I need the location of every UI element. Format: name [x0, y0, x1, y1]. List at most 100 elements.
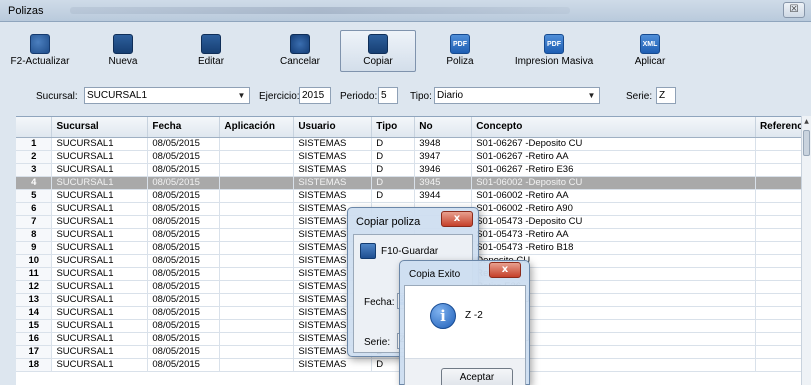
- success-dialog-body: i Z -2 Aceptar: [404, 285, 526, 385]
- periodo-label: Periodo:: [340, 91, 378, 102]
- table-cell: S01-06002 -Retiro A90: [471, 202, 756, 216]
- row-number: 11: [16, 267, 53, 281]
- tipo-value: Diario: [437, 90, 464, 101]
- table-cell: 08/05/2015: [147, 280, 221, 294]
- serie-label: Serie:: [626, 91, 653, 102]
- copy-success-dialog: Copia Exito x i Z -2 Aceptar: [399, 260, 530, 385]
- table-cell: SUCURSAL1: [51, 163, 149, 177]
- success-dialog-footer: Aceptar: [405, 358, 525, 385]
- table-cell: SUCURSAL1: [51, 215, 149, 229]
- toolbar-button-label: F2-Actualizar: [10, 56, 70, 67]
- table-cell: SUCURSAL1: [51, 345, 149, 359]
- table-cell: 08/05/2015: [147, 150, 221, 164]
- table-row[interactable]: 5 SUCURSAL1 08/05/2015 SISTEMAS D 3944 S01-060…: [16, 189, 811, 203]
- table-cell: D: [371, 137, 416, 151]
- table-cell: SISTEMAS: [293, 358, 373, 372]
- title-bar: Polizas ☒: [0, 0, 811, 22]
- sucursal-select[interactable]: SUCURSAL1 ▼: [84, 87, 250, 104]
- table-cell: D: [371, 189, 416, 203]
- table-cell: [219, 202, 295, 216]
- table-cell: D: [371, 176, 416, 190]
- copy-dialog-close-button[interactable]: x: [441, 211, 473, 227]
- table-row[interactable]: 3 SUCURSAL1 08/05/2015 SISTEMAS D 3946 S01-062…: [16, 163, 811, 177]
- scroll-thumb[interactable]: [803, 130, 810, 156]
- table-row[interactable]: 1 SUCURSAL1 08/05/2015 SISTEMAS D 3948 S01-062…: [16, 137, 811, 151]
- periodo-input[interactable]: 5: [378, 87, 398, 104]
- toolbar-button-label: Nueva: [108, 56, 138, 67]
- toolbar-button-aplicar[interactable]: XML Aplicar: [608, 30, 692, 72]
- table-cell: D: [371, 163, 416, 177]
- row-number: 6: [16, 202, 53, 216]
- pdf-icon: PDF: [544, 34, 564, 54]
- table-cell: SUCURSAL1: [51, 137, 149, 151]
- row-number: 14: [16, 306, 53, 320]
- column-header[interactable]: Usuario: [293, 117, 373, 138]
- save-button-label[interactable]: F10-Guardar: [381, 246, 438, 257]
- table-cell: SUCURSAL1: [51, 332, 149, 346]
- edit-icon: [201, 34, 221, 54]
- column-header[interactable]: Concepto: [471, 117, 756, 138]
- table-cell: [219, 241, 295, 255]
- toolbar-button-nueva[interactable]: Nueva: [84, 30, 162, 72]
- row-number: 16: [16, 332, 53, 346]
- toolbar-button-label: Cancelar: [279, 56, 321, 67]
- table-cell: SUCURSAL1: [51, 189, 149, 203]
- column-header[interactable]: Tipo: [371, 117, 416, 138]
- table-cell: SUCURSAL1: [51, 358, 149, 372]
- save-icon[interactable]: [360, 243, 376, 259]
- table-row[interactable]: 2 SUCURSAL1 08/05/2015 SISTEMAS D 3947 S01-062…: [16, 150, 811, 164]
- table-cell: SISTEMAS: [293, 163, 373, 177]
- accept-button[interactable]: Aceptar: [441, 368, 513, 385]
- column-header[interactable]: No: [414, 117, 473, 138]
- toolbar-button-poliza[interactable]: PDF Poliza: [420, 30, 500, 72]
- table-cell: SUCURSAL1: [51, 241, 149, 255]
- toolbar-button-cancelar[interactable]: Cancelar: [258, 30, 342, 72]
- table-cell: S01-05473 -Deposito CU: [471, 215, 756, 229]
- table-row[interactable]: 4 SUCURSAL1 08/05/2015 SISTEMAS D 3945 S01-060…: [16, 176, 811, 190]
- vertical-scrollbar[interactable]: ▲: [801, 116, 811, 385]
- table-cell: [219, 137, 295, 151]
- toolbar-button-editar[interactable]: Editar: [172, 30, 250, 72]
- toolbar-button-impresion-masiva[interactable]: PDF Impresion Masiva: [502, 30, 606, 72]
- chevron-down-icon[interactable]: ▼: [585, 89, 598, 102]
- toolbar-button-label: Impresion Masiva: [514, 56, 594, 67]
- window-close-button[interactable]: ☒: [783, 2, 805, 18]
- table-cell: 08/05/2015: [147, 163, 221, 177]
- toolbar-button-f2-actualizar[interactable]: F2-Actualizar: [4, 30, 76, 72]
- copy-icon: [368, 34, 388, 54]
- table-cell: SUCURSAL1: [51, 293, 149, 307]
- row-number: 17: [16, 345, 53, 359]
- column-header[interactable]: [16, 117, 53, 138]
- toolbar-button-copiar[interactable]: Copiar: [340, 30, 416, 72]
- success-dialog-close-button[interactable]: x: [489, 262, 521, 278]
- column-header[interactable]: Aplicación: [219, 117, 295, 138]
- serie-label: Serie:: [364, 337, 391, 348]
- table-cell: [219, 306, 295, 320]
- toolbar: F2-Actualizar Nueva Editar Cancelar Copiar PD…: [4, 30, 808, 74]
- table-cell: 08/05/2015: [147, 345, 221, 359]
- column-header[interactable]: Fecha: [147, 117, 221, 138]
- row-number: 5: [16, 189, 53, 203]
- row-number: 3: [16, 163, 53, 177]
- table-cell: 08/05/2015: [147, 215, 221, 229]
- table-cell: SUCURSAL1: [51, 150, 149, 164]
- table-cell: [219, 319, 295, 333]
- row-number: 15: [16, 319, 53, 333]
- serie-input[interactable]: Z: [656, 87, 676, 104]
- pdf-icon: PDF: [450, 34, 470, 54]
- table-cell: SUCURSAL1: [51, 267, 149, 281]
- row-number: 10: [16, 254, 53, 268]
- row-number: 8: [16, 228, 53, 242]
- success-dialog-title: Copia Exito: [409, 269, 461, 280]
- ejercicio-input[interactable]: 2015: [299, 87, 331, 104]
- table-cell: [219, 332, 295, 346]
- table-cell: 08/05/2015: [147, 137, 221, 151]
- scroll-up-icon[interactable]: ▲: [802, 116, 811, 128]
- column-header[interactable]: Sucursal: [51, 117, 149, 138]
- blurred-title-text: [70, 7, 570, 14]
- chevron-down-icon[interactable]: ▼: [235, 89, 248, 102]
- row-number: 13: [16, 293, 53, 307]
- table-cell: [219, 267, 295, 281]
- new-document-icon: [113, 34, 133, 54]
- tipo-select[interactable]: Diario ▼: [434, 87, 600, 104]
